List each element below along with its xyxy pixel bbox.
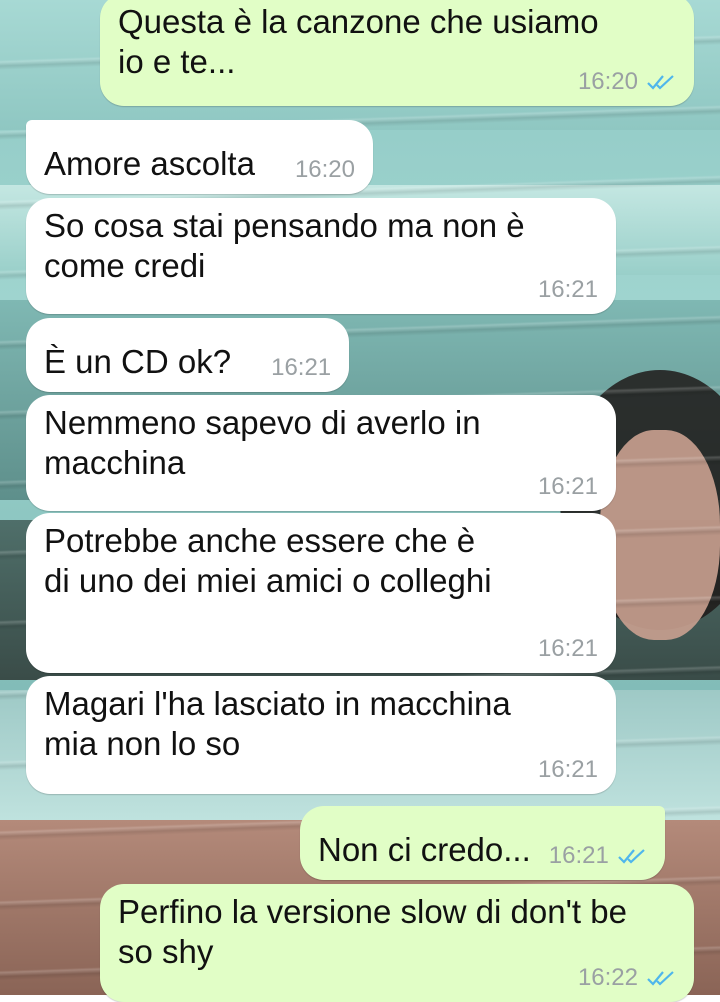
- message-time: 16:20: [577, 68, 638, 95]
- message-bubble-outgoing[interactable]: Non ci credo... 16:21: [300, 806, 665, 880]
- message-meta: 16:21: [271, 354, 331, 382]
- message-bubble-incoming[interactable]: Nemmeno sapevo di averlo in macchina 16:…: [26, 395, 616, 511]
- read-ticks-icon: [647, 75, 674, 90]
- message-text: È un CD ok?: [44, 343, 232, 380]
- message-bubble-outgoing[interactable]: Perfino la versione slow di don't be so …: [100, 884, 694, 1002]
- message-text: Perfino la versione slow di don't be so …: [118, 893, 627, 970]
- message-time: 16:21: [537, 276, 598, 303]
- message-bubble-incoming[interactable]: Amore ascolta 16:20: [26, 120, 373, 194]
- message-meta: 16:21: [538, 756, 598, 784]
- message-meta: 16:21: [538, 473, 598, 501]
- message-time: 16:20: [294, 156, 355, 183]
- message-time: 16:21: [548, 842, 609, 869]
- message-time: 16:21: [271, 354, 332, 381]
- message-meta: 16:21: [538, 635, 598, 663]
- message-meta: 16:20: [295, 156, 355, 184]
- message-time: 16:22: [577, 964, 638, 991]
- message-text: Nemmeno sapevo di averlo in macchina: [44, 404, 481, 481]
- message-bubble-incoming[interactable]: So cosa stai pensando ma non è come cred…: [26, 198, 616, 314]
- message-time: 16:21: [537, 756, 598, 783]
- message-meta: 16:20: [578, 68, 676, 96]
- message-bubble-outgoing[interactable]: Questa è la canzone che usiamo io e te..…: [100, 0, 694, 106]
- message-bubble-incoming[interactable]: Potrebbe anche essere che è di uno dei m…: [26, 513, 616, 673]
- message-text: Amore ascolta: [44, 145, 255, 182]
- message-text: Potrebbe anche essere che è di uno dei m…: [44, 522, 492, 599]
- message-time: 16:21: [537, 635, 598, 662]
- message-bubble-incoming[interactable]: È un CD ok? 16:21: [26, 318, 350, 392]
- message-meta: 16:22: [578, 964, 676, 992]
- read-ticks-icon: [647, 971, 674, 986]
- message-text: So cosa stai pensando ma non è come cred…: [44, 207, 525, 284]
- message-bubble-incoming[interactable]: Magari l'ha lasciato in macchina mia non…: [26, 676, 616, 794]
- message-text: Magari l'ha lasciato in macchina mia non…: [44, 685, 511, 762]
- message-meta: 16:21: [538, 276, 598, 304]
- message-time: 16:21: [537, 473, 598, 500]
- message-meta: 16:21: [549, 842, 647, 870]
- message-text: Non ci credo...: [318, 831, 531, 868]
- read-ticks-icon: [618, 849, 645, 864]
